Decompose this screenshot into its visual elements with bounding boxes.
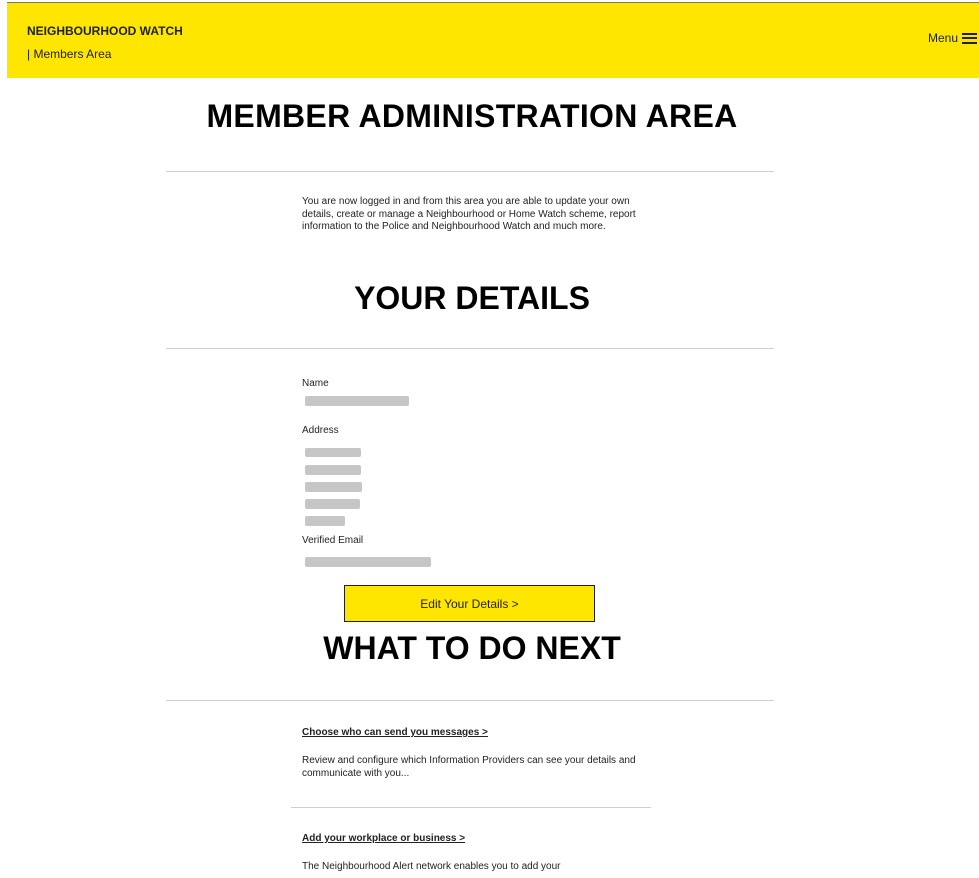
intro-text: You are now logged in and from this area… xyxy=(302,196,636,232)
menu-label: Menu xyxy=(927,31,958,45)
redacted-address-line xyxy=(305,482,362,492)
address-label: Address xyxy=(302,425,339,436)
choose-senders-link[interactable]: Choose who can send you messages > xyxy=(302,727,488,738)
top-banner: NEIGHBOURHOOD WATCH | Members Area Menu xyxy=(7,2,979,78)
redacted-name xyxy=(305,396,409,406)
hamburger-icon xyxy=(962,32,977,44)
divider xyxy=(166,700,774,701)
redacted-address-line xyxy=(305,465,361,475)
divider xyxy=(166,348,774,349)
redacted-address-line xyxy=(305,499,360,509)
edit-details-button[interactable]: Edit Your Details > xyxy=(344,585,595,622)
redacted-email xyxy=(305,557,431,567)
page-title: MEMBER ADMINISTRATION AREA xyxy=(206,98,738,134)
name-label: Name xyxy=(302,378,329,389)
redacted-address-line xyxy=(305,516,345,526)
divider xyxy=(166,171,774,172)
choose-senders-description: Review and configure which Information P… xyxy=(302,755,636,779)
brand-subtitle: | Members Area xyxy=(27,47,112,61)
what-to-do-next-heading: WHAT TO DO NEXT xyxy=(323,630,621,666)
verified-email-label: Verified Email xyxy=(302,535,364,546)
divider xyxy=(291,807,651,808)
your-details-heading: YOUR DETAILS xyxy=(354,280,590,316)
menu-button[interactable]: Menu xyxy=(928,31,977,45)
add-workplace-link[interactable]: Add your workplace or business > xyxy=(302,833,465,844)
redacted-address-line xyxy=(305,448,361,457)
add-workplace-description: The Neighbourhood Alert network enables … xyxy=(302,861,561,872)
brand-title[interactable]: NEIGHBOURHOOD WATCH xyxy=(27,24,183,38)
